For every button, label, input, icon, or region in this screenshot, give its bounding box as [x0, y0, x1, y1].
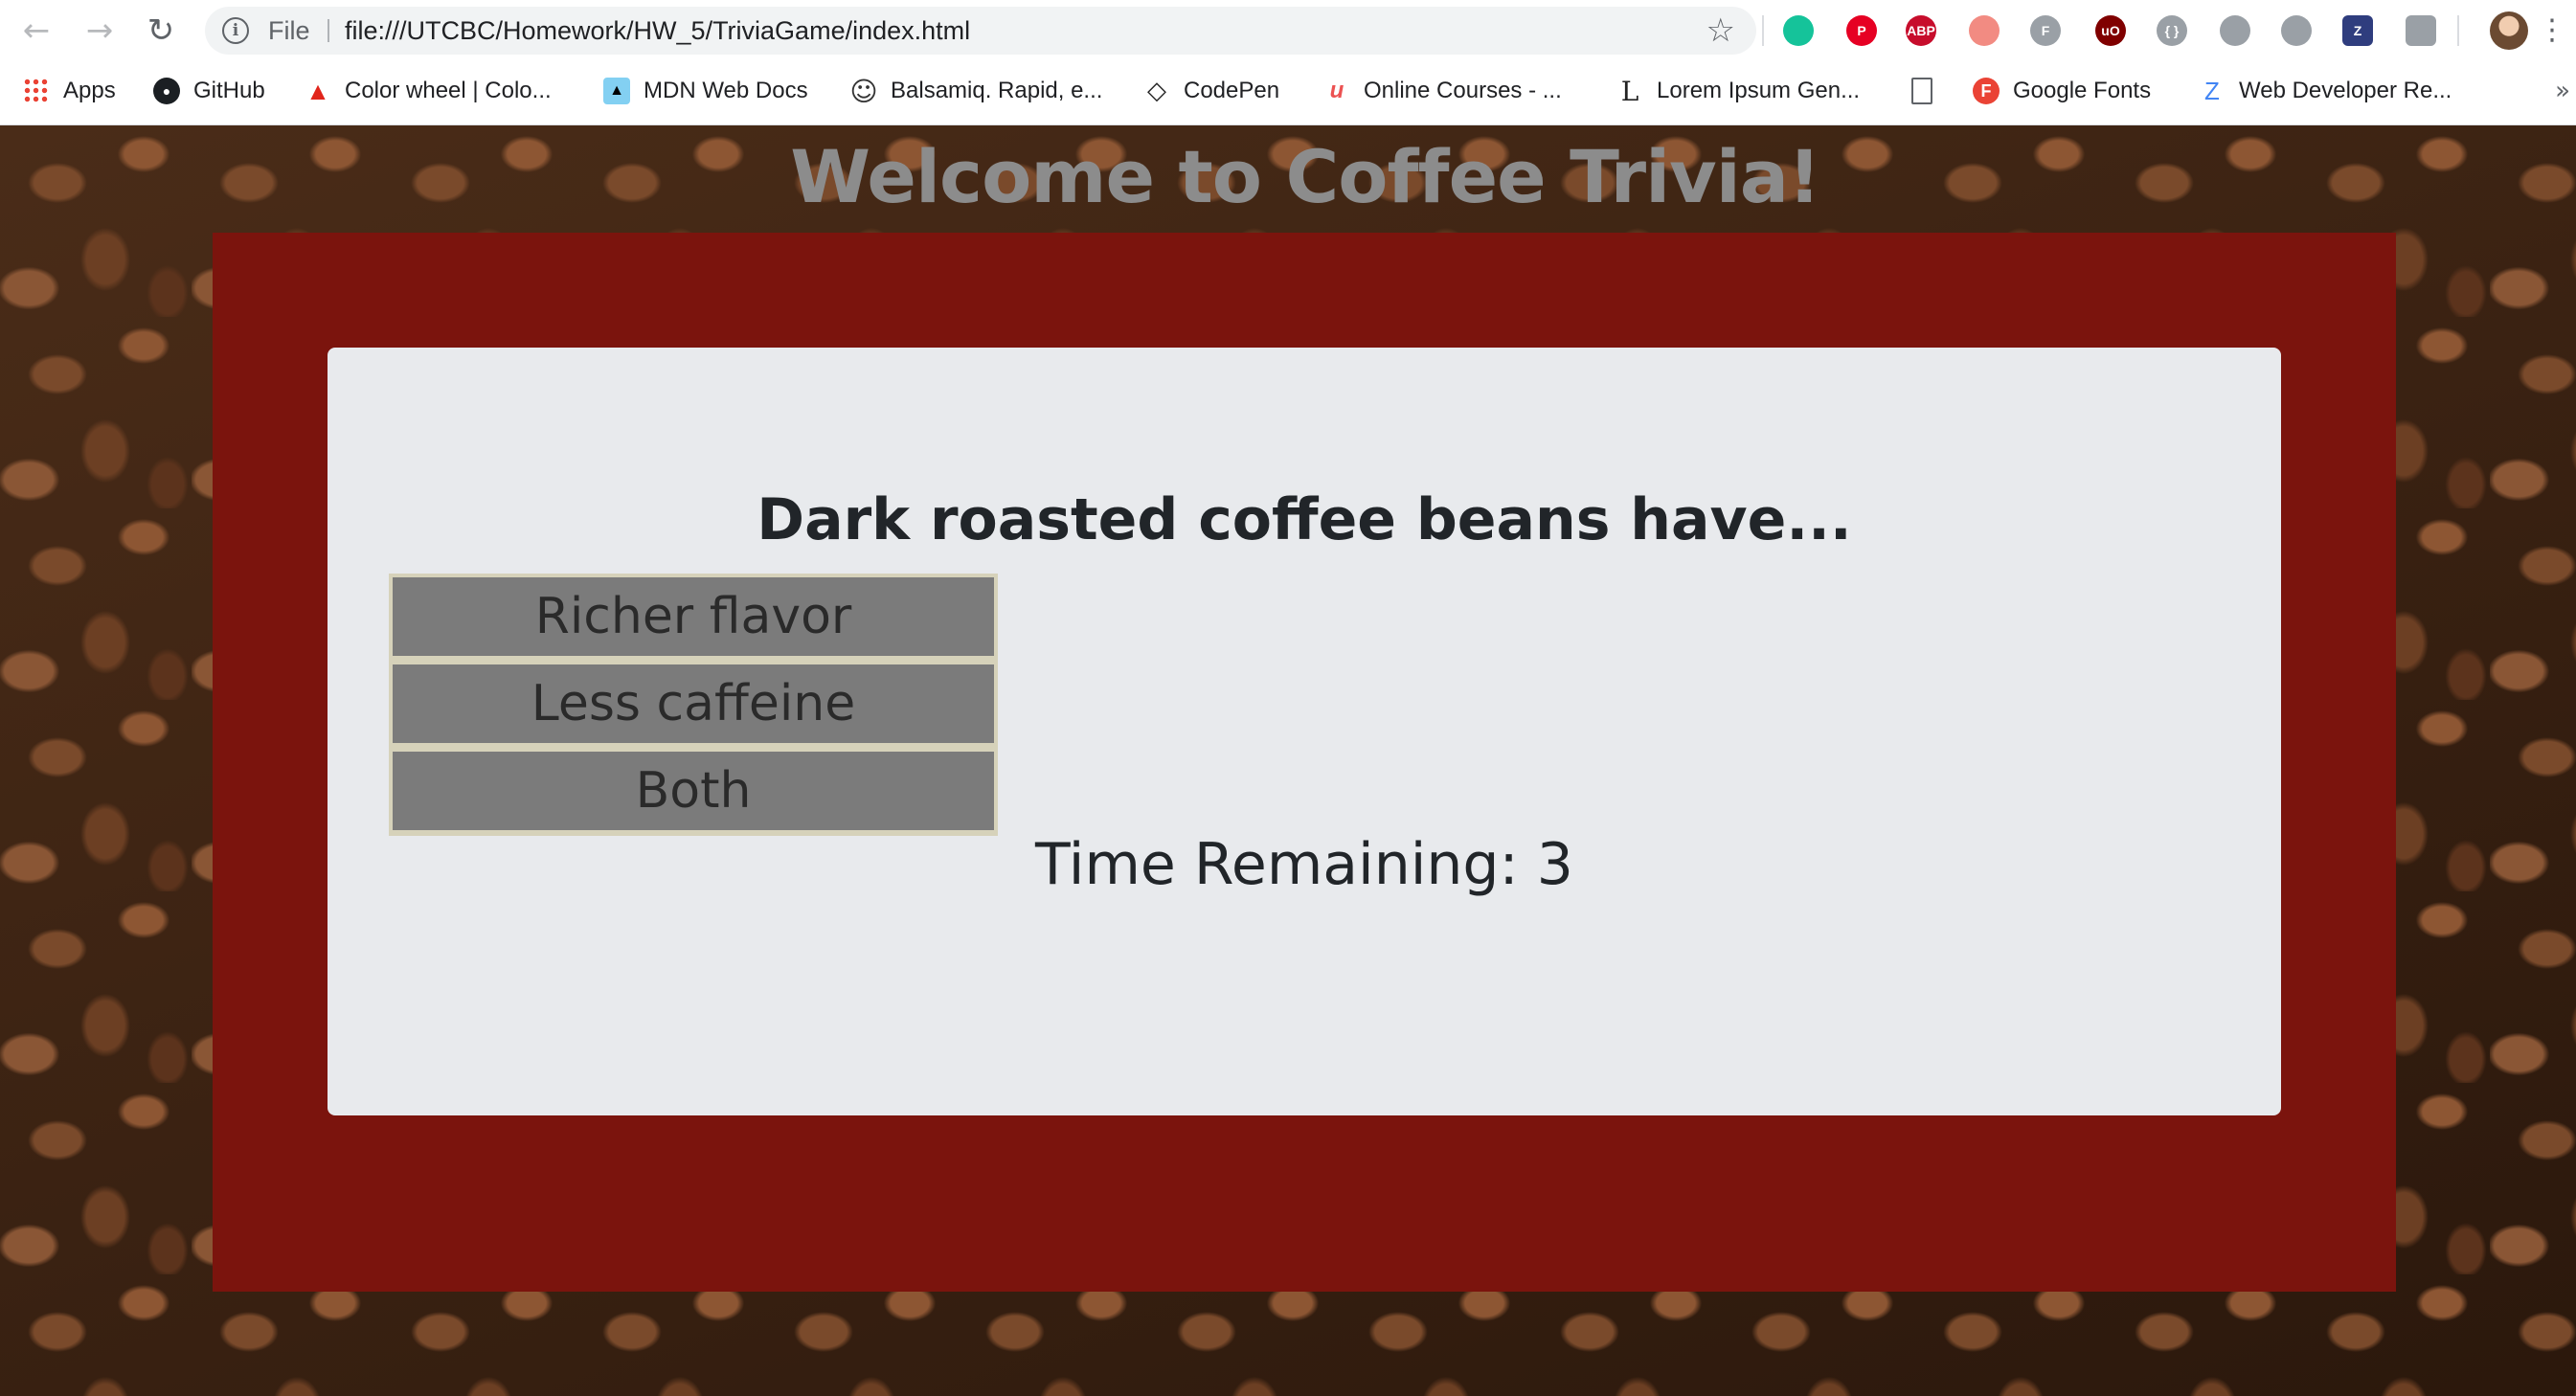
- zotero-icon[interactable]: Z: [2342, 15, 2373, 46]
- address-divider: [328, 19, 329, 42]
- bookmark-label: Lorem Ipsum Gen...: [1657, 78, 1861, 103]
- bookmark-label: Apps: [63, 78, 116, 103]
- bookmarks-overflow-icon[interactable]: »: [2555, 61, 2570, 121]
- url-scheme-label: File: [268, 16, 310, 45]
- bookmark-label: Web Developer Re...: [2239, 78, 2452, 103]
- react-devtools-icon[interactable]: [2220, 15, 2250, 46]
- coffee-beans-background: Welcome to Coffee Trivia! Dark roasted c…: [0, 125, 2576, 1396]
- bookmark-lorem-ipsum[interactable]: L Lorem Ipsum Gen...: [1616, 61, 1860, 121]
- time-remaining: Time Remaining: 3: [1035, 831, 1573, 898]
- browser-toolbar: ← → ↻ i File file:///UTCBC/Homework/HW_5…: [0, 0, 2576, 61]
- bookmark-color-wheel[interactable]: ▲ Color wheel | Colo...: [305, 61, 552, 121]
- adobe-icon: ▲: [305, 76, 330, 105]
- smiley-icon: ☺: [849, 75, 878, 107]
- video-extension-icon[interactable]: [1969, 15, 2000, 46]
- bookmark-label: Google Fonts: [2013, 78, 2152, 103]
- bookmark-star-icon[interactable]: ☆: [1706, 7, 1735, 55]
- question-text: Dark roasted coffee beans have...: [757, 486, 1852, 553]
- url-text[interactable]: file:///UTCBC/Homework/HW_5/TriviaGame/i…: [345, 7, 970, 55]
- back-arrow-icon[interactable]: ←: [17, 11, 56, 50]
- question-card: Dark roasted coffee beans have... Richer…: [328, 348, 2281, 1115]
- bookmark-label: GitHub: [193, 78, 265, 103]
- bookmark-label: Balsamiq. Rapid, e...: [891, 78, 1103, 103]
- github-icon: ●: [153, 78, 180, 104]
- blank-page-icon: [1911, 78, 1932, 104]
- reload-icon[interactable]: ↻: [142, 11, 180, 50]
- trivia-panel: Dark roasted coffee beans have... Richer…: [213, 233, 2396, 1292]
- address-bar[interactable]: i File file:///UTCBC/Homework/HW_5/Trivi…: [205, 7, 1756, 55]
- puzzle-extension-icon[interactable]: [2406, 15, 2436, 46]
- profile-avatar[interactable]: [2490, 11, 2528, 50]
- google-fonts-icon: F: [1973, 78, 2000, 104]
- toolbar-divider: [2457, 15, 2459, 46]
- page-title: Welcome to Coffee Trivia!: [790, 134, 1820, 219]
- lorem-ipsum-icon: L: [1620, 75, 1639, 107]
- bookmark-web-developer[interactable]: Z Web Developer Re...: [2199, 61, 2452, 121]
- bookmark-label: Online Courses - ...: [1364, 78, 1562, 103]
- bookmark-apps[interactable]: Apps: [23, 61, 116, 121]
- answer-button[interactable]: Both: [393, 752, 994, 830]
- adblock-plus-icon[interactable]: ABP: [1906, 15, 1936, 46]
- pinterest-icon[interactable]: P: [1846, 15, 1877, 46]
- info-icon[interactable]: i: [222, 17, 249, 44]
- bookmark-label: Color wheel | Colo...: [345, 78, 552, 103]
- mdn-icon: ▲: [603, 78, 630, 104]
- bookmark-github[interactable]: ● GitHub: [153, 61, 265, 121]
- bookmark-blank[interactable]: [1911, 61, 1932, 121]
- menu-dots-icon[interactable]: ⋮: [2538, 11, 2566, 50]
- answer-list: Richer flavor Less caffeine Both: [389, 574, 998, 836]
- toolbar-divider: [1762, 15, 1764, 46]
- bookmark-online-courses[interactable]: u Online Courses - ...: [1323, 61, 1562, 121]
- bookmark-label: MDN Web Docs: [644, 78, 808, 103]
- bookmark-codepen[interactable]: ◇ CodePen: [1143, 61, 1279, 121]
- json-viewer-icon[interactable]: { }: [2157, 15, 2187, 46]
- bookmark-label: CodePen: [1184, 78, 1280, 103]
- answer-button[interactable]: Richer flavor: [393, 577, 994, 656]
- codepen-icon: ◇: [1147, 77, 1166, 105]
- bookmarks-bar: Apps ● GitHub ▲ Color wheel | Colo... ▲ …: [0, 61, 2576, 125]
- ublock-origin-icon[interactable]: uO: [2095, 15, 2126, 46]
- forward-arrow-icon[interactable]: →: [80, 11, 119, 50]
- udemy-icon: u: [1329, 78, 1344, 103]
- bookmark-mdn[interactable]: ▲ MDN Web Docs: [603, 61, 808, 121]
- bookmark-google-fonts[interactable]: F Google Fonts: [1973, 61, 2151, 121]
- grammarly-icon[interactable]: [1783, 15, 1814, 46]
- webdev-icon: Z: [2204, 76, 2220, 105]
- loading-extension-icon[interactable]: [2281, 15, 2312, 46]
- answer-button[interactable]: Less caffeine: [393, 664, 994, 743]
- whatfont-icon[interactable]: F: [2030, 15, 2061, 46]
- bookmark-balsamiq[interactable]: ☺ Balsamiq. Rapid, e...: [849, 61, 1103, 121]
- apps-grid-icon: [23, 78, 50, 104]
